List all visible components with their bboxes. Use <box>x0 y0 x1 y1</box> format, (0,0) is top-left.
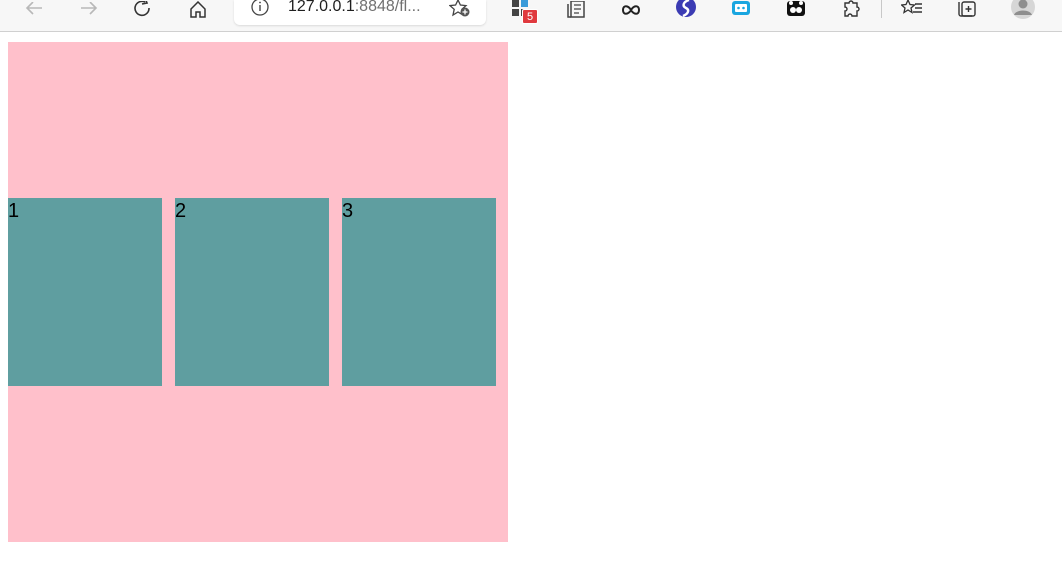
url-text[interactable]: 127.0.0.1:8848/fl... <box>288 0 421 18</box>
flex-item: 3 <box>342 198 496 386</box>
info-icon[interactable] <box>250 0 270 20</box>
address-bar[interactable]: 127.0.0.1:8848/fl... <box>234 0 486 25</box>
flex-container: 1 2 3 <box>8 42 508 542</box>
profile-avatar-icon[interactable] <box>1009 0 1037 20</box>
infinity-extension-icon[interactable] <box>617 0 645 20</box>
bot-extension-icon[interactable] <box>727 0 755 20</box>
s-extension-icon[interactable] <box>672 0 700 20</box>
home-icon[interactable] <box>184 0 212 20</box>
url-host: 127.0.0.1 <box>288 0 355 15</box>
back-arrow-icon[interactable] <box>20 0 48 20</box>
forward-arrow-icon[interactable] <box>75 0 103 20</box>
puzzle-extensions-icon[interactable] <box>837 0 865 20</box>
favorites-list-icon[interactable] <box>898 0 926 20</box>
browser-toolbar: 127.0.0.1:8848/fl... 5 <box>0 0 1062 32</box>
collections-icon[interactable] <box>953 0 981 20</box>
toolbar-separator <box>881 0 882 18</box>
url-path: :8848/fl... <box>354 0 421 15</box>
flex-item: 2 <box>175 198 329 386</box>
add-favorite-icon[interactable] <box>448 0 472 20</box>
extension-badge-count: 5 <box>522 9 538 24</box>
reader-icon[interactable] <box>562 0 590 20</box>
refresh-icon[interactable] <box>129 0 157 20</box>
bear-extension-icon[interactable] <box>782 0 810 20</box>
flex-item: 1 <box>8 198 162 386</box>
